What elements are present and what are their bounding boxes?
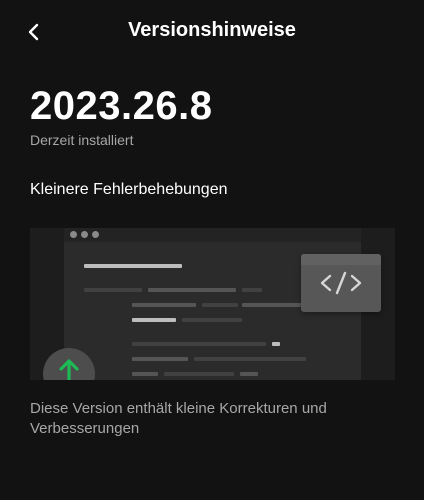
code-card-titlebar (301, 254, 381, 265)
header: Versionshinweise (0, 0, 424, 66)
version-status: Derzeit installiert (30, 132, 134, 148)
placeholder-line (84, 264, 182, 268)
placeholder-line (132, 342, 266, 346)
version-number: 2023.26.8 (30, 84, 213, 128)
placeholder-line (242, 303, 302, 307)
placeholder-line (132, 357, 188, 361)
placeholder-line (84, 288, 142, 292)
placeholder-line (182, 318, 242, 322)
code-card-graphic (301, 254, 381, 312)
placeholder-line (164, 372, 234, 376)
release-description: Diese Version enthält kleine Korrekturen… (30, 400, 327, 437)
page-title: Versionshinweise (128, 19, 296, 41)
release-illustration (30, 228, 395, 380)
placeholder-line (132, 318, 176, 322)
placeholder-line (132, 372, 158, 376)
placeholder-line (132, 303, 196, 307)
browser-titlebar (64, 228, 361, 242)
window-dot (81, 231, 88, 238)
placeholder-line (240, 372, 258, 376)
placeholder-line (242, 288, 262, 292)
placeholder-line (194, 357, 306, 361)
code-icon (318, 268, 364, 303)
placeholder-line (148, 288, 236, 292)
release-heading: Kleinere Fehlerbehebungen (30, 181, 228, 198)
window-dot (70, 231, 77, 238)
window-dot (92, 231, 99, 238)
placeholder-line (272, 342, 280, 346)
placeholder-line (202, 303, 238, 307)
